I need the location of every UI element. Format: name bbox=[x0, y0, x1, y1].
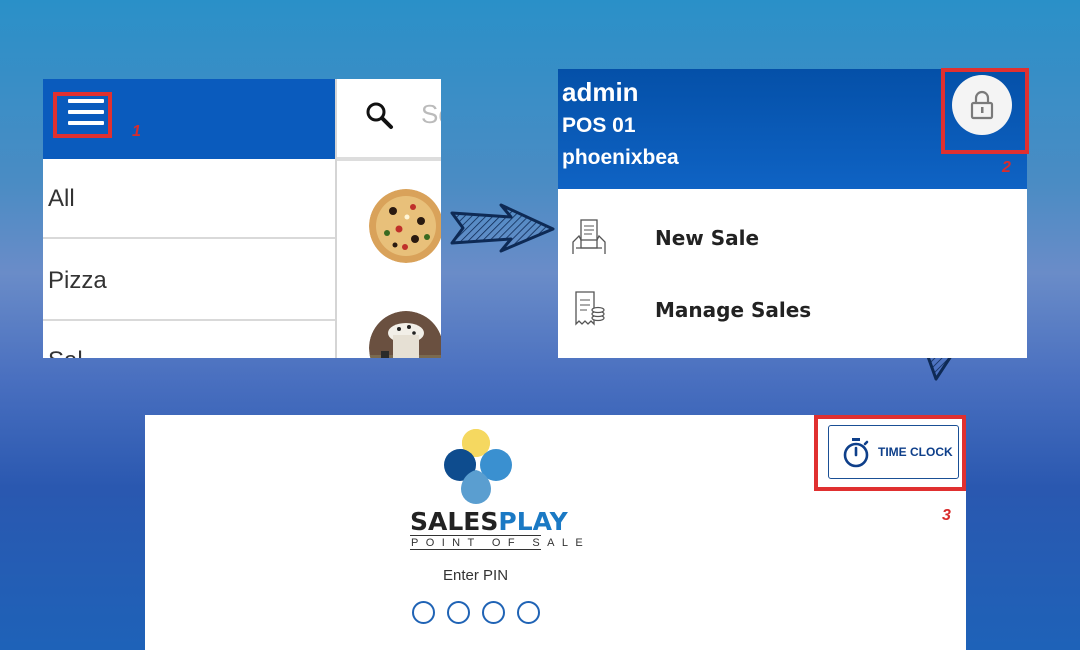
cash-register-icon bbox=[572, 219, 606, 254]
search-bar[interactable]: Se bbox=[337, 79, 441, 159]
terminal-name: POS 01 bbox=[562, 114, 636, 137]
pin-dot bbox=[517, 601, 540, 624]
pin-label: Enter PIN bbox=[443, 567, 509, 584]
category-item-salad[interactable]: Sal bbox=[43, 323, 335, 358]
step-marker-2: 2 bbox=[1002, 159, 1011, 176]
brand-tagline: POINT OF SALE bbox=[411, 537, 591, 549]
menu-item-label: New Sale bbox=[655, 226, 760, 250]
brand-rule-bottom bbox=[410, 549, 541, 550]
pin-dot bbox=[412, 601, 435, 624]
pin-dot bbox=[482, 601, 505, 624]
search-icon[interactable] bbox=[365, 101, 395, 131]
menu-item-label: Manage Sales bbox=[655, 298, 812, 322]
dessert-product-thumbnail[interactable] bbox=[369, 311, 441, 358]
menu-item-manage-sales[interactable]: Manage Sales bbox=[558, 280, 1027, 340]
receipt-icon bbox=[575, 291, 605, 326]
user-name: admin bbox=[562, 77, 639, 107]
right-arrow-icon bbox=[450, 203, 555, 253]
salesplay-logo-icon bbox=[444, 429, 512, 504]
category-item-all[interactable]: All bbox=[43, 159, 335, 239]
step-marker-1: 1 bbox=[132, 123, 141, 140]
brand-rule-top bbox=[410, 535, 541, 536]
highlight-box-1 bbox=[53, 92, 112, 138]
pizza-product-thumbnail[interactable] bbox=[369, 189, 441, 263]
highlight-box-3 bbox=[814, 415, 966, 491]
location-name: phoenixbea bbox=[562, 146, 679, 169]
brand-wordmark: SALESPLAY bbox=[410, 507, 568, 536]
menu-item-new-sale[interactable]: New Sale bbox=[558, 208, 1027, 268]
category-item-pizza[interactable]: Pizza bbox=[43, 241, 335, 321]
search-placeholder: Se bbox=[421, 99, 441, 129]
category-list: All Pizza Sal bbox=[43, 159, 335, 358]
highlight-box-2 bbox=[941, 68, 1029, 154]
pin-dot bbox=[447, 601, 470, 624]
step-marker-3: 3 bbox=[942, 507, 951, 524]
